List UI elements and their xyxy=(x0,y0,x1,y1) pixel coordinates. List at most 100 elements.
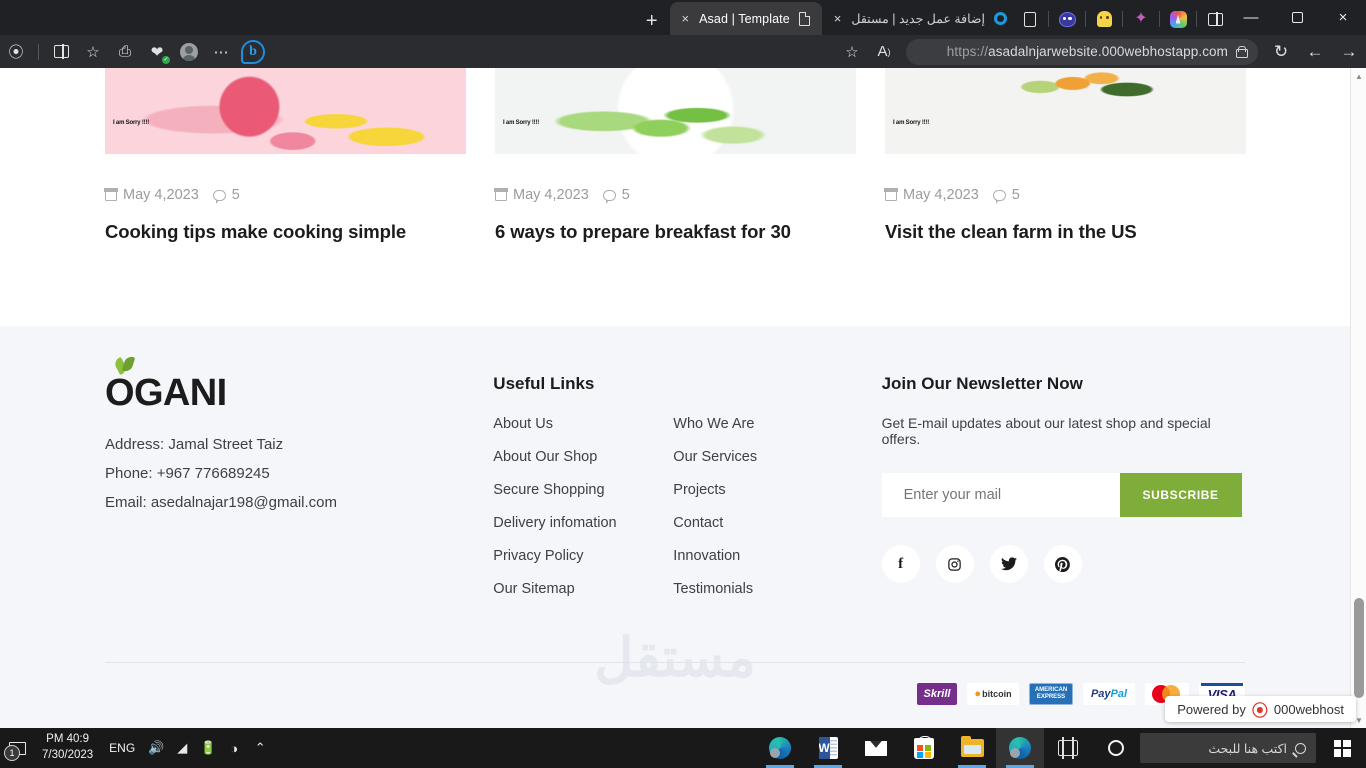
blog-card-title[interactable]: Cooking tips make cooking simple xyxy=(105,221,466,243)
refresh-button[interactable]: ↻ xyxy=(1264,38,1298,66)
image-overlay-text: I am Sorry !!!! xyxy=(113,120,150,126)
tab-close-icon[interactable]: × xyxy=(832,12,844,25)
footer-link-our-services[interactable]: Our Services xyxy=(673,449,853,465)
address-bar-url: https://asadalnjarwebsite.000webhostapp.… xyxy=(946,44,1228,59)
divider xyxy=(1122,11,1123,27)
tab-close-icon[interactable]: × xyxy=(680,12,692,25)
taskbar: اكتب هنا للبحث W ⌃ ◑ 🔋 ◢ 🔊 ENG PM 40:9 7… xyxy=(0,728,1366,768)
leaf-icon xyxy=(112,355,140,378)
lock-icon xyxy=(1236,45,1248,58)
battery-icon[interactable]: 🔋 xyxy=(195,728,221,768)
footer-newsletter-column: Join Our Newsletter Now Get E-mail updat… xyxy=(881,374,1245,597)
footer-link-projects[interactable]: Projects xyxy=(673,482,853,498)
pinterest-icon[interactable] xyxy=(1043,545,1082,583)
footer-link-contact[interactable]: Contact xyxy=(673,515,853,531)
favorites-list-icon[interactable]: ☆ xyxy=(77,38,109,66)
taskbar-app-microsoft-store[interactable] xyxy=(900,728,948,768)
tab-asad-template[interactable]: Asad | Template × xyxy=(669,2,822,35)
scroll-up-arrow[interactable]: ▲ xyxy=(1351,68,1366,84)
footer-link-about-our-shop[interactable]: About Our Shop xyxy=(493,449,673,465)
webpage: I am Sorry !!!! May 4,2023 5 Cooking tip… xyxy=(0,68,1350,728)
links-grid: About Us About Our Shop Secure Shopping … xyxy=(493,416,881,597)
footer-bottom-divider: Skrill ● bitcoin AMERICAN EXPRESS Pay Pal V… xyxy=(105,662,1245,705)
tray-chevron-icon[interactable]: ⌃ xyxy=(247,728,273,768)
browser-toolbar: → ← ↻ https://asadalnjarwebsite.000webho… xyxy=(0,35,1366,68)
blog-card[interactable]: I am Sorry !!!! May 4,2023 5 Visit the c… xyxy=(884,68,1246,243)
blog-card-title[interactable]: Visit the clean farm in the US xyxy=(885,221,1246,243)
toolbar-left-icons: b ⋯ ❤ ✓ ⎙ ☆ ⦿ xyxy=(0,38,269,66)
footer-link-who-we-are[interactable]: Who We Are xyxy=(673,416,853,432)
taskbar-app-cortana[interactable] xyxy=(1092,728,1140,768)
twitter-icon[interactable] xyxy=(989,545,1028,583)
clock[interactable]: PM 40:9 7/30/2023 xyxy=(34,732,101,763)
paypal-icon: Pay Pal xyxy=(1083,683,1135,705)
footer-link-our-sitemap[interactable]: Our Sitemap xyxy=(493,581,673,597)
health-icon[interactable]: ❤ ✓ xyxy=(141,38,173,66)
footer-link-about-us[interactable]: About Us xyxy=(493,416,673,432)
ghost-icon[interactable] xyxy=(1091,7,1117,31)
taskbar-app-task-view[interactable] xyxy=(1044,728,1092,768)
blog-card-comments: 5 xyxy=(212,187,240,204)
new-tab-button[interactable]: + xyxy=(634,11,670,35)
window-minimize-button[interactable]: — xyxy=(1228,0,1274,35)
read-aloud-icon[interactable]: A) xyxy=(868,38,900,66)
rainbow-app-icon[interactable] xyxy=(1165,7,1191,31)
page-icon[interactable] xyxy=(1017,7,1043,31)
ogani-logo[interactable]: OGANI xyxy=(105,355,227,412)
forward-button[interactable]: → xyxy=(1332,38,1366,66)
taskbar-app-mail[interactable] xyxy=(852,728,900,768)
address-bar[interactable]: https://asadalnjarwebsite.000webhostapp.… xyxy=(906,38,1258,65)
task-view-icon xyxy=(1058,737,1078,759)
collections-icon[interactable]: ⎙ xyxy=(109,38,141,66)
footer-link-privacy-policy[interactable]: Privacy Policy xyxy=(493,548,673,564)
profile-avatar-icon[interactable] xyxy=(173,38,205,66)
links-column-2: Who We Are Our Services Projects Contact… xyxy=(673,416,853,597)
useful-links-heading: Useful Links xyxy=(493,374,595,393)
extension-toolbar: ✦ xyxy=(1017,7,1228,35)
language-indicator[interactable]: ENG xyxy=(101,741,143,755)
blog-card-comments: 5 xyxy=(602,187,630,204)
window-maximize-button[interactable] xyxy=(1274,0,1320,35)
meet-now-icon[interactable]: ◑ xyxy=(221,728,247,768)
taskbar-app-word[interactable]: W xyxy=(804,728,852,768)
blog-card[interactable]: I am Sorry !!!! May 4,2023 5 Cooking tip… xyxy=(104,68,466,243)
footer-link-innovation[interactable]: Innovation xyxy=(673,548,853,564)
split-pane-icon[interactable] xyxy=(1202,7,1228,31)
robot-icon[interactable] xyxy=(1054,7,1080,31)
more-icon[interactable]: ⋯ xyxy=(205,38,237,66)
facebook-icon[interactable]: f xyxy=(881,545,920,583)
taskbar-search-box[interactable]: اكتب هنا للبحث xyxy=(1140,733,1316,763)
blog-card-image: I am Sorry !!!! xyxy=(495,68,856,154)
notification-center-button[interactable]: 1 xyxy=(0,728,34,768)
window-close-button[interactable]: × xyxy=(1320,0,1366,35)
footer-link-delivery-information[interactable]: Delivery infomation xyxy=(493,515,673,531)
mostaql-watermark: مستقل xyxy=(594,628,756,688)
maximize-icon xyxy=(1291,12,1303,23)
microsoft-store-icon xyxy=(914,735,934,759)
split-screen-icon[interactable] xyxy=(45,38,77,66)
instagram-icon[interactable] xyxy=(935,545,974,583)
footer-link-secure-shopping[interactable]: Secure Shopping xyxy=(493,482,673,498)
blog-card-title[interactable]: 6 ways to prepare breakfast for 30 xyxy=(495,221,856,243)
taskbar-app-edge[interactable] xyxy=(756,728,804,768)
blog-card[interactable]: I am Sorry !!!! May 4,2023 5 6 ways to p… xyxy=(494,68,856,243)
newsletter-form: SUBSCRIBE xyxy=(881,473,1242,517)
copilot-sparkle-icon[interactable]: ✦ xyxy=(1128,7,1154,31)
calendar-icon xyxy=(884,188,898,201)
volume-icon[interactable]: 🔊 xyxy=(143,728,169,768)
taskbar-app-edge-active[interactable] xyxy=(996,728,1044,768)
subscribe-button[interactable]: SUBSCRIBE xyxy=(1119,473,1242,517)
page-scrollbar[interactable]: ▲ ▼ xyxy=(1350,68,1366,728)
footer-link-testimonials[interactable]: Testimonials xyxy=(673,581,853,597)
extensions-icon[interactable]: ⦿ xyxy=(0,38,32,66)
wifi-icon[interactable]: ◢ xyxy=(169,728,195,768)
newsletter-email-input[interactable] xyxy=(881,473,1120,517)
start-button[interactable] xyxy=(1318,728,1366,768)
tab-mostaql[interactable]: إضافة عمل جديد | مستقل × xyxy=(822,2,1017,35)
scrollbar-thumb[interactable] xyxy=(1354,598,1364,698)
add-favorite-star-icon[interactable]: ☆ xyxy=(836,38,868,66)
bing-icon[interactable]: b xyxy=(237,38,269,66)
back-button[interactable]: ← xyxy=(1298,38,1332,66)
taskbar-app-file-explorer[interactable] xyxy=(948,728,996,768)
powered-by-badge[interactable]: Powered by ⦿ 000webhost xyxy=(1165,696,1356,722)
